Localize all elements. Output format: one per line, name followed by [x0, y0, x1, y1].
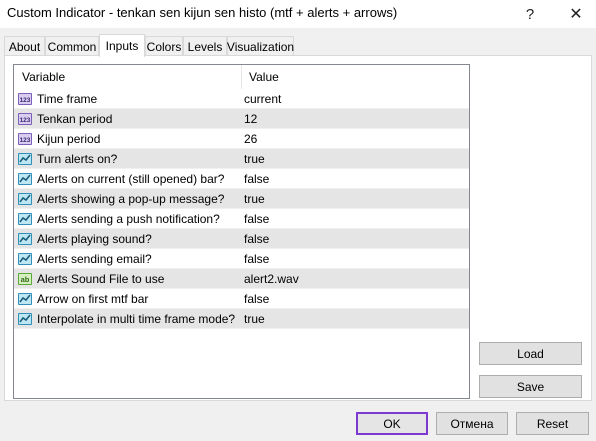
title-bar: Custom Indicator - tenkan sen kijun sen … [0, 0, 596, 28]
int-icon: 123 [17, 91, 33, 107]
table-row[interactable]: Alerts sending email? false [14, 249, 469, 269]
table-row[interactable]: Interpolate in multi time frame mode? tru… [14, 309, 469, 329]
row-variable-name: Interpolate in multi time frame mode? [37, 312, 236, 326]
tab-inputs[interactable]: Inputs [99, 34, 145, 57]
window-title: Custom Indicator - tenkan sen kijun sen … [7, 5, 398, 20]
row-variable-name: Alerts showing a pop-up message? [37, 192, 225, 206]
bool-icon [17, 311, 33, 327]
row-value[interactable]: alert2.wav [244, 269, 299, 289]
load-button[interactable]: Load [479, 342, 582, 365]
row-value[interactable]: false [244, 169, 269, 189]
row-value[interactable]: false [244, 249, 269, 269]
tab-visualization[interactable]: Visualization [227, 36, 294, 56]
bool-icon [17, 251, 33, 267]
column-header-value[interactable]: Value [241, 65, 469, 89]
table-row[interactable]: Alerts showing a pop-up message? true [14, 189, 469, 209]
tab-levels[interactable]: Levels [183, 36, 227, 56]
row-variable-name: Turn alerts on? [37, 152, 118, 166]
svg-text:ab: ab [21, 275, 30, 284]
row-value[interactable]: false [244, 289, 269, 309]
table-row[interactable]: 123 Time frame current [14, 89, 469, 109]
row-variable-name: Alerts on current (still opened) bar? [37, 172, 225, 186]
cancel-button[interactable]: Отмена [436, 412, 508, 435]
table-row[interactable]: Alerts playing sound? false [14, 229, 469, 249]
svg-text:123: 123 [20, 117, 31, 124]
ok-button[interactable]: OK [356, 412, 428, 435]
table-row[interactable]: Alerts sending a push notification? false [14, 209, 469, 229]
bool-icon [17, 151, 33, 167]
tab-bar: About Common Inputs Colors Levels Visual… [4, 34, 592, 57]
bool-icon [17, 291, 33, 307]
table-row[interactable]: Arrow on first mtf bar false [14, 289, 469, 309]
string-icon: ab [17, 271, 33, 287]
column-header-variable[interactable]: Variable [14, 65, 241, 89]
table-row[interactable]: 123 Tenkan period 12 [14, 109, 469, 129]
row-variable-name: Alerts Sound File to use [37, 272, 165, 286]
bool-icon [17, 231, 33, 247]
row-value[interactable]: true [244, 309, 265, 329]
row-value[interactable]: 26 [244, 129, 257, 149]
row-variable-name: Arrow on first mtf bar [37, 292, 149, 306]
row-value[interactable]: true [244, 149, 265, 169]
row-variable-name: Alerts playing sound? [37, 232, 152, 246]
bool-icon [17, 191, 33, 207]
row-variable-name: Alerts sending email? [37, 252, 152, 266]
int-icon: 123 [17, 131, 33, 147]
table-row[interactable]: 123 Kijun period 26 [14, 129, 469, 149]
close-icon[interactable]: ✕ [556, 0, 596, 28]
row-variable-name: Alerts sending a push notification? [37, 212, 220, 226]
tab-about[interactable]: About [4, 36, 45, 56]
row-variable-name: Kijun period [37, 132, 101, 146]
table-row[interactable]: Turn alerts on? true [14, 149, 469, 169]
grid-header: Variable Value [14, 65, 469, 89]
reset-button[interactable]: Reset [516, 412, 589, 435]
table-row[interactable]: Alerts on current (still opened) bar? fal… [14, 169, 469, 189]
save-button[interactable]: Save [479, 375, 582, 398]
help-icon[interactable]: ? [510, 0, 550, 28]
svg-text:123: 123 [20, 97, 31, 104]
row-value[interactable]: false [244, 229, 269, 249]
row-value[interactable]: true [244, 189, 265, 209]
table-row[interactable]: ab Alerts Sound File to use alert2.wav [14, 269, 469, 289]
svg-text:123: 123 [20, 137, 31, 144]
inputs-grid: Variable Value 123 Time frame current 123 Te… [13, 64, 470, 399]
int-icon: 123 [17, 111, 33, 127]
row-value[interactable]: 12 [244, 109, 257, 129]
row-variable-name: Time frame [37, 92, 98, 106]
row-variable-name: Tenkan period [37, 112, 113, 126]
tab-common[interactable]: Common [45, 36, 99, 56]
bool-icon [17, 211, 33, 227]
row-value[interactable]: false [244, 209, 269, 229]
tab-colors[interactable]: Colors [145, 36, 183, 56]
row-value[interactable]: current [244, 89, 281, 109]
bool-icon [17, 171, 33, 187]
